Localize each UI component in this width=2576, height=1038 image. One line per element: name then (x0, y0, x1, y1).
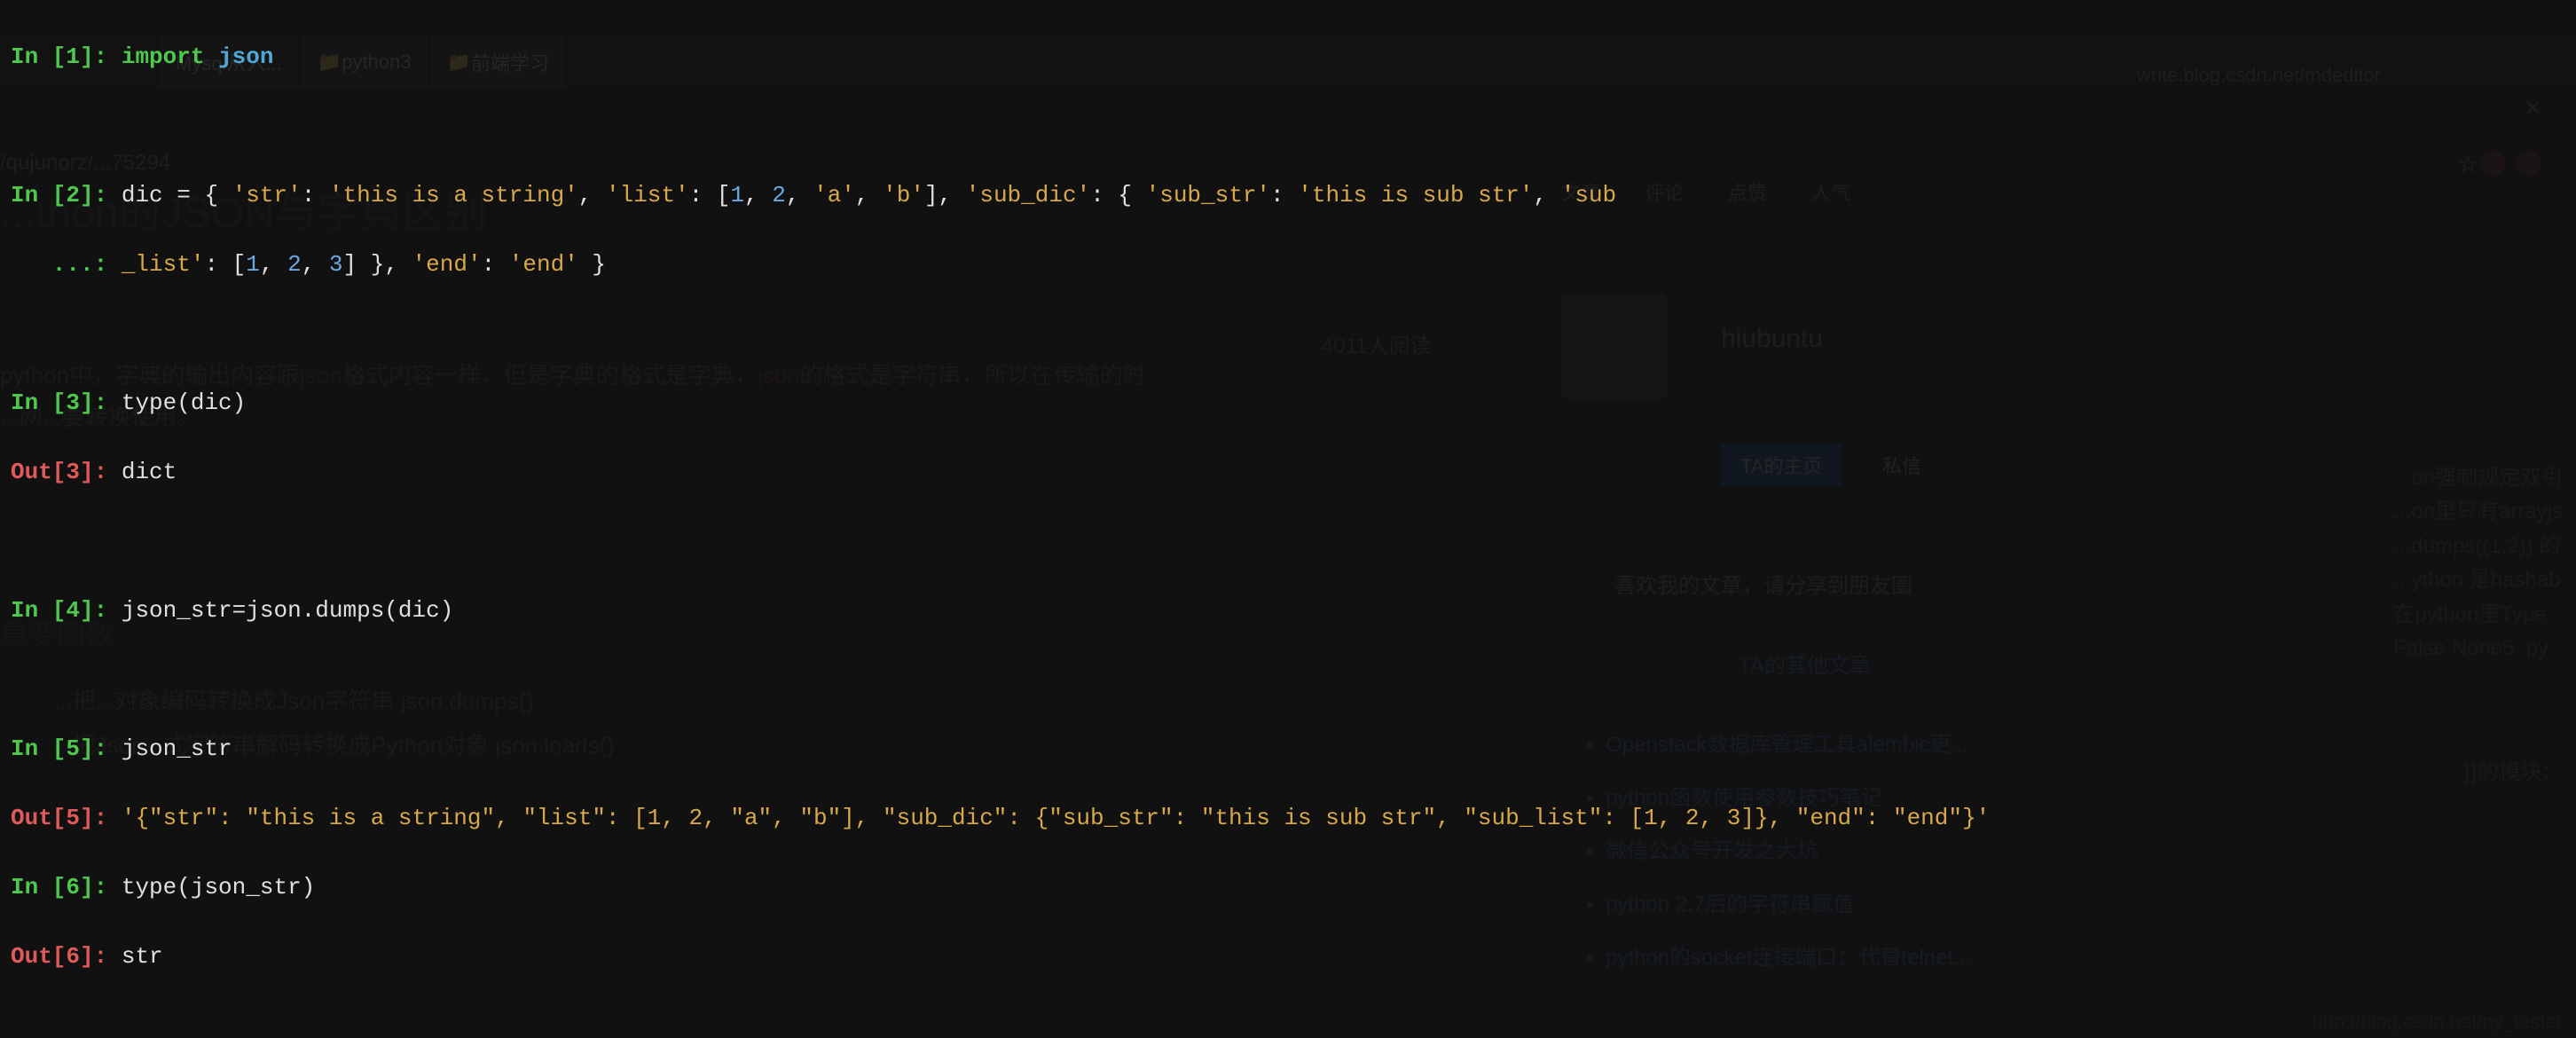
in-prompt-line: In [3]: type(dic) (11, 386, 2565, 421)
continuation-line: ...: _list': [1, 2, 3] }, 'end': 'end' } (11, 248, 2565, 282)
in-prompt-line: In [4]: json_str=json.dumps(dic) (11, 594, 2565, 628)
in-prompt-line: In [6]: type(json_str) (11, 870, 2565, 905)
in-prompt-line: In [1]: import json (11, 40, 2565, 75)
out-prompt-line: Out[5]: '{"str": "this is a string", "li… (11, 801, 2565, 836)
out-prompt-line: Out[3]: dict (11, 455, 2565, 490)
ipython-terminal[interactable]: In [1]: import json In [2]: dic = { 'str… (0, 0, 2576, 1038)
in-prompt-line: In [5]: json_str (11, 732, 2565, 767)
out-prompt-line: Out[6]: str (11, 940, 2565, 974)
in-prompt-line: In [2]: dic = { 'str': 'this is a string… (11, 178, 2565, 213)
